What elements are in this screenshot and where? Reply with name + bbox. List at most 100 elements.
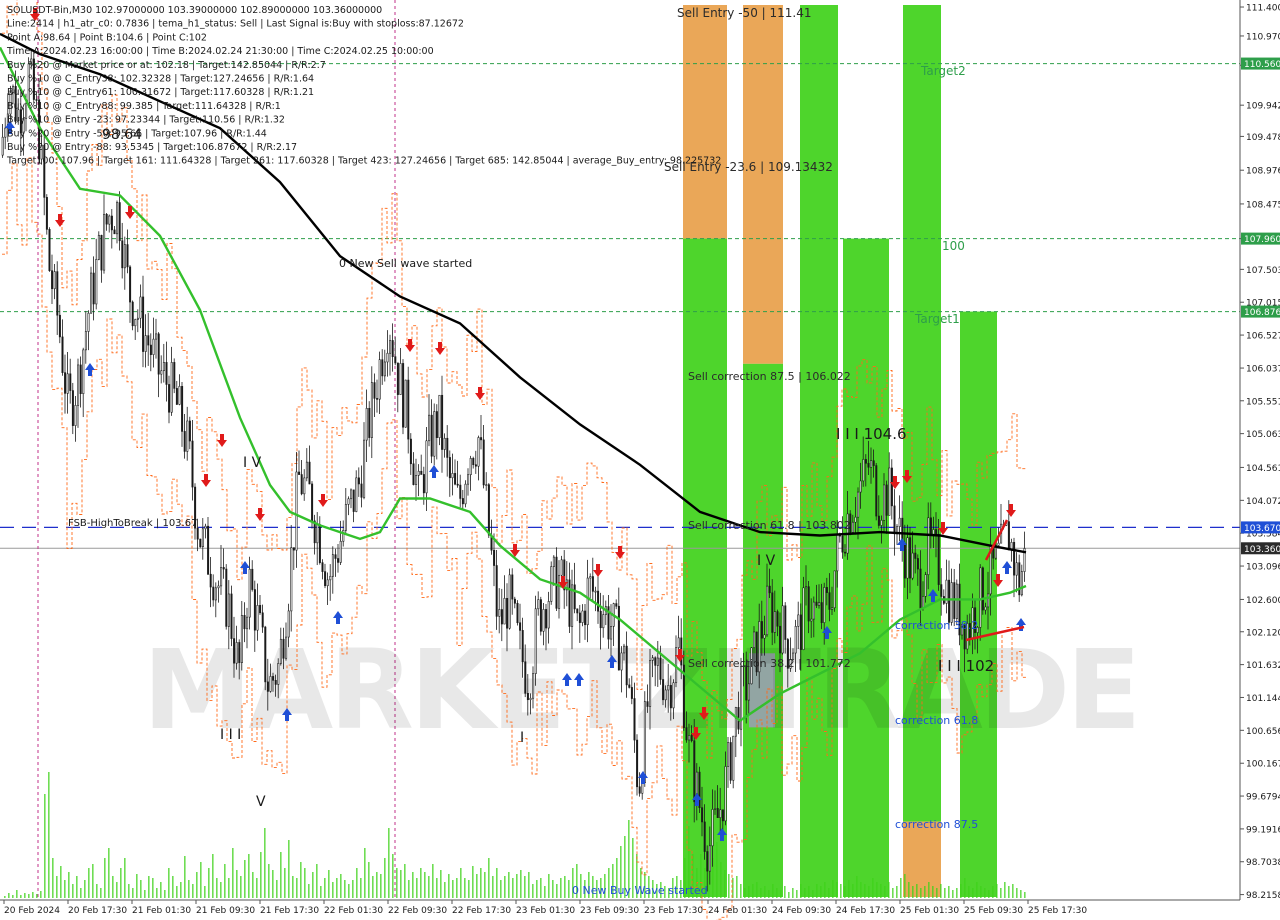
candle-body-106	[277, 663, 280, 685]
candle-body-319	[831, 607, 834, 610]
candle-body-161	[420, 470, 423, 475]
volume-bar-139	[560, 878, 562, 898]
header-line-5: Buy %10 @ C_Entry38: 102.32328 | Target:…	[7, 74, 314, 85]
candle-body-84	[220, 567, 223, 587]
volume-bar-96	[388, 828, 390, 898]
volume-bar-232	[932, 886, 934, 898]
candle-body-52	[136, 317, 139, 320]
price-chart[interactable]: MARKETZITRADE Sell Entry -50 | 111.41 Se…	[0, 0, 1280, 920]
volume-bar-218	[876, 882, 878, 898]
candle-body-98	[256, 605, 259, 631]
volume-bar-21	[88, 868, 90, 898]
volume-bar-199	[800, 884, 802, 898]
candle-body-101	[264, 626, 267, 683]
volume-bar-30	[124, 858, 126, 898]
volume-bar-214	[860, 882, 862, 898]
candle-body-102	[266, 681, 269, 692]
price-tick-label-1: 110.970	[1246, 32, 1280, 42]
candle-body-29	[77, 364, 80, 406]
price-tick-label-22: 100.656	[1246, 727, 1280, 737]
volume-bar-101	[408, 880, 410, 898]
volume-bar-5	[24, 893, 26, 898]
candle-body-109	[285, 636, 288, 659]
candle-body-114	[298, 471, 301, 475]
candle-body-195	[508, 574, 511, 629]
candle-body-224	[584, 610, 587, 626]
volume-bar-221	[888, 882, 890, 898]
volume-bar-208	[836, 882, 838, 898]
volume-bar-190	[764, 886, 766, 898]
time-tick-label-6: 22 Feb 09:30	[388, 906, 447, 916]
candle-body-360	[937, 533, 940, 585]
candle-body-66	[173, 362, 176, 389]
volume-bar-103	[416, 878, 418, 898]
volume-bar-230	[924, 886, 926, 898]
volume-bar-132	[532, 884, 534, 898]
candle-body-76	[199, 538, 202, 547]
candle-body-57	[149, 344, 152, 355]
candle-body-40	[105, 213, 108, 225]
candle-body-125	[326, 579, 329, 587]
candle-body-256	[667, 685, 670, 691]
candle-body-165	[430, 414, 433, 457]
volume-bar-231	[928, 882, 930, 898]
candle-body-176	[459, 484, 462, 499]
candle-body-88	[230, 593, 233, 639]
candle-body-18	[48, 229, 51, 271]
volume-bar-50	[204, 886, 206, 898]
candle-body-383	[997, 542, 1000, 546]
volume-bar-29	[120, 868, 122, 898]
candle-body-257	[669, 685, 672, 709]
volume-bar-61	[248, 854, 250, 898]
volume-bar-38	[156, 888, 158, 898]
candle-body-225	[586, 577, 589, 626]
volume-bar-211	[848, 880, 850, 898]
candle-body-280	[729, 742, 732, 781]
volume-bar-235	[944, 888, 946, 898]
volume-bar-51	[208, 868, 210, 898]
zone-green-5	[800, 5, 838, 897]
volume-bar-16	[68, 872, 70, 898]
candle-body-41	[108, 215, 111, 225]
candle-body-281	[732, 735, 735, 781]
candle-body-202	[526, 693, 529, 701]
volume-bar-225	[904, 874, 906, 898]
zone-orange-0	[683, 5, 727, 239]
volume-bar-249	[1000, 888, 1002, 898]
volume-bar-245	[984, 888, 986, 898]
volume-bar-248	[996, 884, 998, 898]
volume-bar-253	[1016, 888, 1018, 898]
volume-bar-100	[404, 864, 406, 898]
candle-body-110	[287, 610, 290, 638]
volume-bar-229	[920, 888, 922, 898]
volume-bar-191	[768, 890, 770, 898]
volume-bar-10	[44, 794, 46, 898]
candle-body-231	[602, 614, 605, 629]
price-tick-label-8: 107.503	[1246, 266, 1280, 276]
candle-body-60	[157, 333, 160, 375]
volume-bar-121	[488, 858, 490, 898]
volume-bar-102	[412, 872, 414, 898]
volume-bar-48	[196, 872, 198, 898]
candle-body-365	[950, 582, 953, 623]
price-tick-label-14: 104.561	[1246, 464, 1280, 474]
candle-body-377	[981, 567, 984, 611]
candle-body-47	[123, 244, 126, 269]
candle-body-354	[922, 596, 925, 609]
candle-body-379	[987, 593, 990, 608]
candle-body-266	[693, 740, 696, 803]
volume-bar-54	[220, 882, 222, 898]
price-tick-label-3: 109.942	[1246, 102, 1280, 112]
candle-body-260	[677, 637, 680, 648]
candle-body-65	[170, 362, 173, 413]
volume-bar-188	[756, 882, 758, 898]
candle-body-305	[794, 626, 797, 654]
candle-body-210	[547, 601, 550, 629]
volume-bar-118	[476, 874, 478, 898]
volume-bar-128	[516, 874, 518, 898]
candle-body-240	[625, 645, 628, 686]
candle-body-298	[776, 611, 779, 627]
volume-bar-122	[492, 876, 494, 898]
candle-body-274	[714, 808, 717, 810]
candle-body-389	[1013, 541, 1016, 576]
